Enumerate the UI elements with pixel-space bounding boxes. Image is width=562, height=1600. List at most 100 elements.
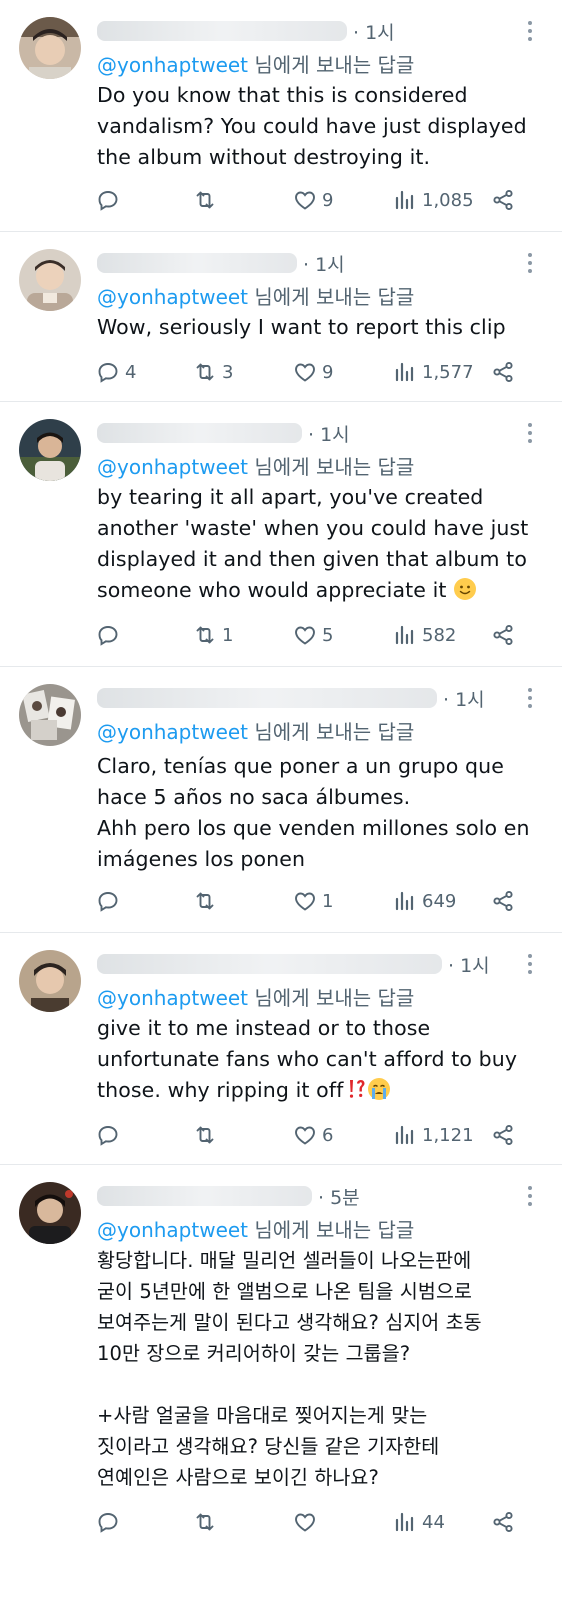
reply-context: @yonhaptweet 님에게 보내는 답글	[97, 1214, 414, 1243]
reply-tweet[interactable]: · 5분 @yonhaptweet 님에게 보내는 답글 황당합니다. 매달 밀…	[0, 1165, 562, 1600]
analytics-icon	[395, 1125, 414, 1145]
views-button[interactable]: 44	[393, 1507, 445, 1537]
reply-to-handle[interactable]: @yonhaptweet	[97, 285, 248, 309]
like-button[interactable]: 9	[293, 185, 333, 215]
reply-button[interactable]	[96, 1507, 125, 1537]
tweet-actions: 1 5 582	[96, 620, 526, 650]
reply-to-handle[interactable]: @yonhaptweet	[97, 986, 248, 1010]
retweet-icon	[196, 1513, 214, 1531]
slightly-smiling-face-emoji	[454, 578, 477, 600]
reply-tweet[interactable]: · 1시 @yonhaptweet 님에게 보내는 답글 give it to …	[0, 933, 562, 1165]
timestamp-text: 1시	[320, 423, 350, 446]
view-count: 1,085	[422, 189, 474, 211]
timestamp-text: 5분	[330, 1186, 360, 1209]
views-button[interactable]: 1,577	[393, 357, 474, 387]
like-button[interactable]: 1	[293, 886, 333, 916]
view-count: 44	[422, 1511, 445, 1533]
avatar[interactable]	[19, 684, 81, 746]
share-button[interactable]	[491, 1120, 515, 1150]
more-options-icon[interactable]	[520, 951, 540, 977]
reply-to-handle[interactable]: @yonhaptweet	[97, 1218, 248, 1242]
reply-context: @yonhaptweet 님에게 보내는 답글	[97, 451, 414, 480]
reply-context: @yonhaptweet 님에게 보내는 답글	[97, 716, 414, 745]
avatar[interactable]	[19, 1182, 81, 1244]
reply-tweet[interactable]: · 1시 @yonhaptweet 님에게 보내는 답글 Do you know…	[0, 0, 562, 232]
share-button[interactable]	[491, 886, 515, 916]
reply-tweet[interactable]: · 1시 @yonhaptweet 님에게 보내는 답글 Claro, tení…	[0, 667, 562, 933]
reply-button[interactable]: 4	[96, 357, 136, 387]
like-button[interactable]	[293, 1507, 322, 1537]
tweet-actions: 4 3 9 1,577	[96, 357, 526, 387]
like-button[interactable]: 5	[293, 620, 333, 650]
reply-button[interactable]	[96, 620, 125, 650]
timestamp-text: 1시	[460, 954, 490, 977]
avatar[interactable]	[19, 419, 81, 481]
views-button[interactable]: 1,121	[393, 1120, 474, 1150]
views-button[interactable]: 649	[393, 886, 456, 916]
reply-prefix-label: 님에게 보내는 답글	[254, 53, 415, 77]
more-options-icon[interactable]	[520, 420, 540, 446]
author-name-redacted[interactable]	[97, 423, 302, 443]
reply-tweet[interactable]: · 1시 @yonhaptweet 님에게 보내는 답글 by tearing …	[0, 402, 562, 667]
reply-count: 4	[125, 361, 137, 383]
heart-icon	[295, 191, 315, 210]
retweet-button[interactable]	[193, 185, 222, 215]
share-button[interactable]	[491, 357, 515, 387]
crying-face-emoji	[368, 1078, 391, 1100]
reply-prefix-label: 님에게 보내는 답글	[254, 986, 415, 1010]
reply-icon	[98, 1513, 118, 1533]
like-count: 9	[322, 361, 334, 383]
timestamp[interactable]: · 1시	[308, 420, 350, 447]
retweet-button[interactable]	[193, 1120, 222, 1150]
heart-icon	[295, 363, 315, 382]
tweet-text: Do you know that this is considered vand…	[97, 83, 527, 169]
author-name-redacted[interactable]	[97, 21, 347, 41]
more-options-icon[interactable]	[520, 685, 540, 711]
tweet-header: · 1시	[97, 951, 502, 977]
avatar[interactable]	[19, 950, 81, 1012]
share-button[interactable]	[491, 620, 515, 650]
share-button[interactable]	[491, 1507, 515, 1537]
analytics-icon	[395, 362, 414, 382]
timestamp[interactable]: · 5분	[318, 1183, 360, 1210]
more-options-icon[interactable]	[520, 250, 540, 276]
retweet-button[interactable]: 1	[193, 620, 233, 650]
retweet-button[interactable]: 3	[193, 357, 233, 387]
reply-to-handle[interactable]: @yonhaptweet	[97, 720, 248, 744]
tweet-actions: 1 649	[96, 886, 526, 916]
reply-icon	[98, 626, 118, 646]
tweet-header: · 1시	[97, 420, 502, 446]
more-options-icon[interactable]	[520, 1183, 540, 1209]
timestamp[interactable]: · 1시	[443, 685, 485, 712]
timestamp[interactable]: · 1시	[353, 18, 395, 45]
author-name-redacted[interactable]	[97, 688, 437, 708]
timestamp[interactable]: · 1시	[448, 951, 490, 978]
reply-button[interactable]	[96, 1120, 125, 1150]
avatar[interactable]	[19, 249, 81, 311]
share-button[interactable]	[491, 185, 515, 215]
like-button[interactable]: 6	[293, 1120, 333, 1150]
reply-tweet[interactable]: · 1시 @yonhaptweet 님에게 보내는 답글 Wow, seriou…	[0, 232, 562, 402]
more-options-icon[interactable]	[520, 18, 540, 44]
avatar[interactable]	[19, 17, 81, 79]
views-button[interactable]: 1,085	[393, 185, 474, 215]
author-name-redacted[interactable]	[97, 1186, 312, 1206]
tweet-header: · 1시	[97, 250, 502, 276]
heart-icon	[295, 1126, 315, 1145]
timestamp[interactable]: · 1시	[303, 250, 345, 277]
tweet-text: by tearing it all apart, you've created …	[97, 482, 547, 606]
heart-icon	[295, 892, 315, 911]
retweet-icon	[196, 892, 214, 910]
reply-button[interactable]	[96, 886, 125, 916]
reply-to-handle[interactable]: @yonhaptweet	[97, 455, 248, 479]
author-name-redacted[interactable]	[97, 253, 297, 273]
share-icon	[493, 624, 513, 646]
reply-button[interactable]	[96, 185, 125, 215]
like-button[interactable]: 9	[293, 357, 333, 387]
reply-to-handle[interactable]: @yonhaptweet	[97, 53, 248, 77]
author-name-redacted[interactable]	[97, 954, 442, 974]
retweet-button[interactable]	[193, 1507, 222, 1537]
views-button[interactable]: 582	[393, 620, 456, 650]
retweet-button[interactable]	[193, 886, 222, 916]
view-count: 1,121	[422, 1124, 474, 1146]
